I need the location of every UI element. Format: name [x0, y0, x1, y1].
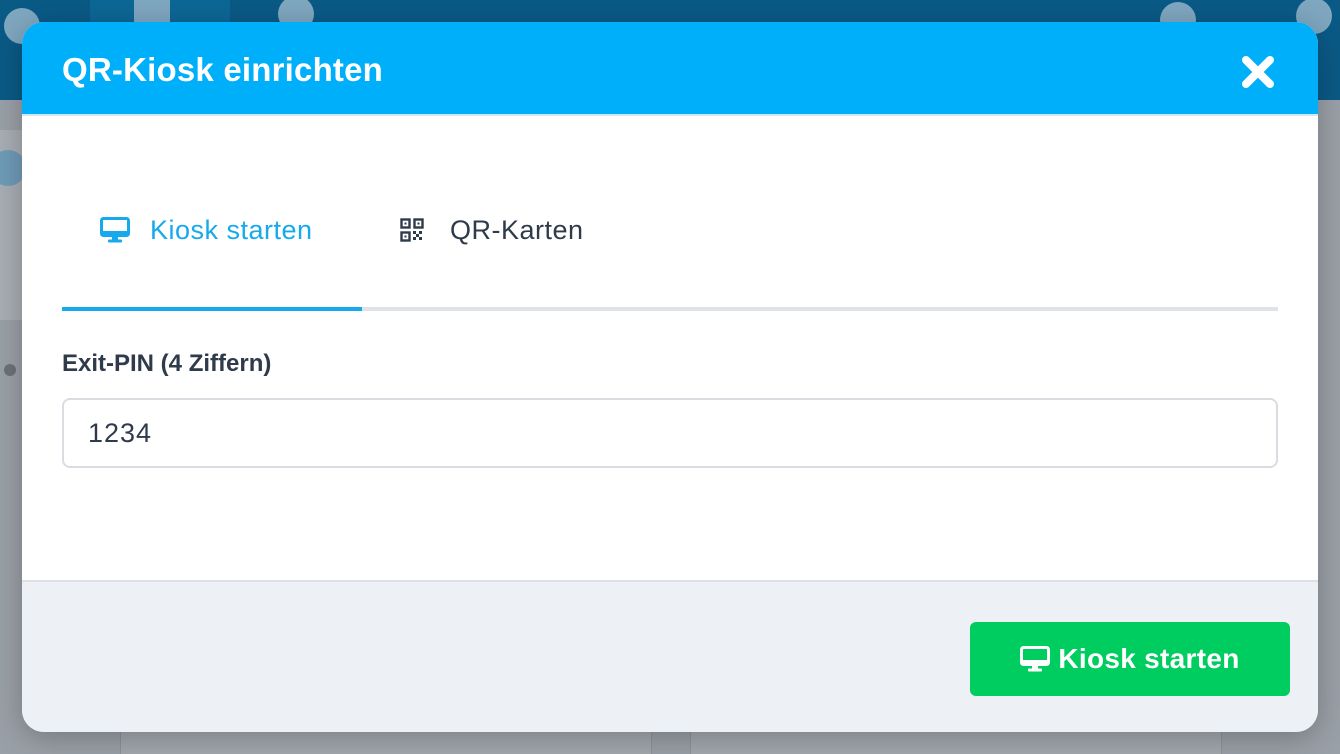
modal-title: QR-Kiosk einrichten	[62, 51, 384, 88]
qr-code-icon	[400, 214, 432, 246]
tab-label: Kiosk starten	[150, 214, 313, 245]
modal-footer: Kiosk starten	[22, 580, 1318, 732]
close-button[interactable]	[1238, 52, 1278, 92]
kiosk-starten-button[interactable]: Kiosk starten	[970, 622, 1290, 696]
background-dot	[4, 364, 16, 376]
tab-label: QR-Karten	[450, 214, 584, 245]
close-icon	[1242, 56, 1274, 88]
qr-kiosk-modal: QR-Kiosk einrichten Kiosk starten QR-Kar…	[22, 22, 1318, 732]
exit-pin-input[interactable]	[62, 398, 1278, 468]
monitor-icon	[100, 214, 132, 246]
tab-bar: Kiosk starten QR-Karten	[62, 156, 1278, 311]
exit-pin-label: Exit-PIN (4 Ziffern)	[62, 350, 272, 377]
active-tab-indicator	[62, 307, 362, 311]
tab-kiosk-starten[interactable]: Kiosk starten	[100, 210, 313, 250]
modal-body: Kiosk starten QR-Karten Exit-PIN (4 Ziff…	[22, 116, 1318, 580]
kiosk-starten-button-label: Kiosk starten	[1058, 643, 1240, 674]
modal-header: QR-Kiosk einrichten	[22, 22, 1318, 116]
tab-qr-karten[interactable]: QR-Karten	[400, 210, 584, 250]
monitor-icon	[1020, 643, 1054, 675]
